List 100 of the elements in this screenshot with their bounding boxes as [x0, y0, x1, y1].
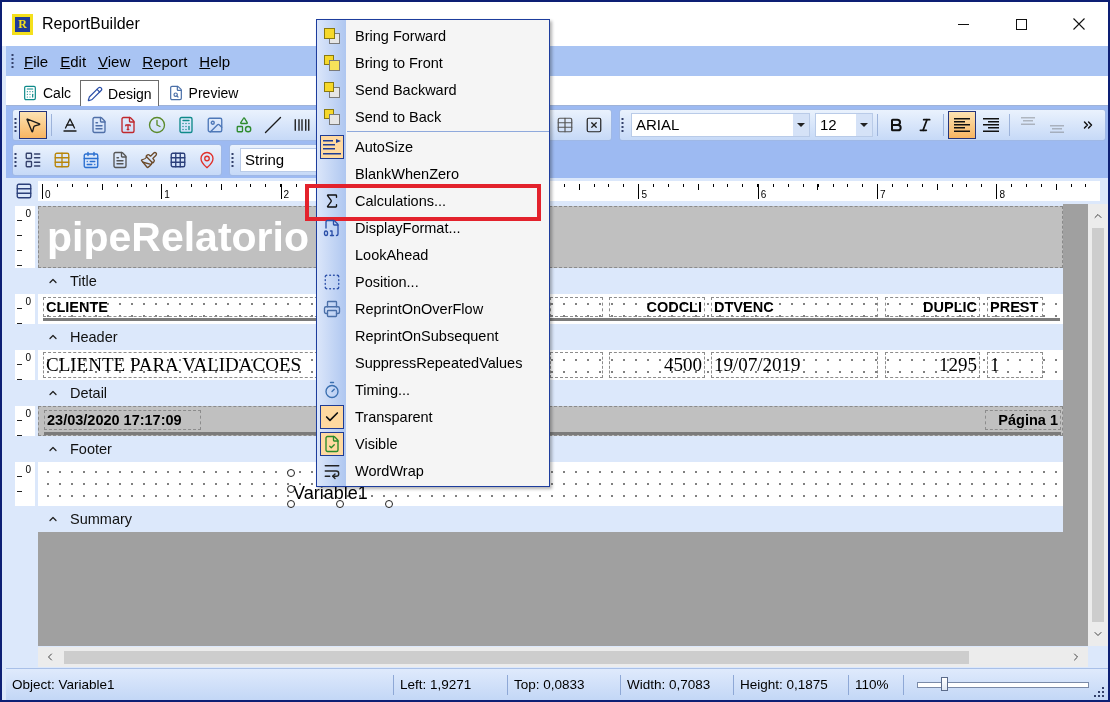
menu-item[interactable]: LookAhead [317, 241, 549, 268]
grip-icon[interactable] [14, 117, 17, 132]
menu-item[interactable]: Send Backward [317, 76, 549, 103]
ruler-number: 5 [641, 190, 648, 200]
grip-icon[interactable] [621, 117, 624, 132]
menu-item[interactable]: Report [137, 52, 193, 70]
x-box-icon [585, 115, 603, 134]
width-value-text: Width: 0,7083 [627, 677, 711, 692]
horizontal-scrollbar[interactable] [38, 647, 1088, 667]
align-bottom-icon [1050, 124, 1064, 133]
line-icon [264, 115, 282, 134]
align-button[interactable] [948, 110, 976, 139]
list-layout-icon [24, 150, 42, 169]
font-size-dropdown[interactable]: 12 [815, 112, 873, 137]
band-label: Header [70, 329, 118, 345]
ruler-number: 0 [45, 190, 51, 200]
printer-icon [322, 299, 341, 318]
menu-item[interactable]: Help [194, 52, 236, 70]
align-top-icon [1021, 116, 1035, 125]
picture-icon [206, 115, 224, 134]
overlapping-squares-icon [322, 80, 341, 99]
document-icon [111, 150, 129, 169]
menu-item[interactable]: SuppressRepeatedValues [317, 349, 549, 376]
document-search-icon [167, 84, 184, 101]
window-title: ReportBuilder [42, 15, 140, 33]
overlapping-squares-icon [322, 53, 341, 72]
menu-item[interactable]: ReprintOnOverFlow [317, 295, 549, 322]
menu-item[interactable]: Send to Back [317, 103, 549, 130]
resize-grip-icon[interactable] [1094, 687, 1104, 697]
pencil-icon [87, 85, 103, 102]
menu-item[interactable]: Transparent [317, 403, 549, 430]
ruler-number: 8 [999, 190, 1005, 200]
overlapping-squares-icon [322, 107, 341, 126]
grid-icon [169, 150, 187, 169]
map-pin-icon [198, 150, 216, 169]
selection-handle-icon[interactable] [385, 500, 393, 508]
menu-item[interactable]: DisplayFormat... [317, 214, 549, 241]
document-icon [119, 115, 137, 134]
menu-item[interactable]: Calculations... [317, 187, 549, 214]
menu-item[interactable]: View [93, 52, 136, 70]
band-label: Summary [70, 511, 133, 527]
document-icon [90, 115, 108, 134]
table-icon [53, 150, 71, 169]
top-position-text: Top: 0,0833 [514, 677, 585, 692]
ruler-number: 0 [25, 209, 31, 219]
left-position-text: Left: 1,9271 [400, 677, 472, 692]
height-value-text: Height: 0,1875 [740, 677, 828, 692]
tool-button[interactable] [19, 110, 47, 139]
menu-item[interactable]: Visible [317, 430, 549, 457]
menu-item[interactable]: ReprintOnSubsequent [317, 322, 549, 349]
rows-icon[interactable] [15, 182, 33, 200]
calendar-icon [82, 150, 100, 169]
minimize-icon [957, 23, 969, 25]
italic-icon [917, 116, 933, 133]
variable-field[interactable]: Variable1 [293, 483, 368, 504]
menu-item[interactable]: Timing... [317, 376, 549, 403]
caret-down-icon [860, 122, 868, 127]
menu-item[interactable]: Position... [317, 268, 549, 295]
paintbrush-icon [140, 150, 158, 169]
ruler-number: 0 [25, 465, 31, 475]
ruler-number: 6 [760, 190, 767, 200]
close-icon [1073, 18, 1085, 30]
ruler-number: 1 [164, 190, 170, 200]
pointer-icon [24, 115, 42, 134]
menu-item[interactable]: Edit [55, 52, 92, 70]
vertical-scrollbar[interactable] [1088, 204, 1108, 646]
align-left-icon [954, 117, 970, 132]
clock-icon [148, 115, 166, 134]
grip-icon[interactable] [11, 54, 14, 68]
maximize-icon [1015, 18, 1027, 30]
dashed-square-icon [322, 272, 341, 291]
slider-thumb[interactable] [940, 676, 948, 691]
app-logo: R [12, 13, 33, 35]
font-dropdown[interactable]: ARIAL [631, 112, 810, 137]
ruler-number: 0 [25, 297, 31, 307]
shapes-icon [235, 115, 253, 134]
caret-down-icon [797, 122, 805, 127]
grip-icon[interactable] [231, 152, 234, 167]
ruler-number: 0 [25, 353, 31, 363]
ruler-number: 2 [283, 190, 290, 200]
menu-item[interactable]: Bring to Front [317, 49, 549, 76]
grip-icon[interactable] [14, 152, 17, 167]
zoom-percent-text: 110% [855, 677, 889, 692]
menu-item[interactable]: WordWrap [317, 457, 549, 484]
object-name-text: Object: Variable1 [12, 677, 115, 692]
menu-item[interactable]: AutoSize [317, 133, 549, 160]
menu-item[interactable]: Bring Forward [317, 22, 549, 49]
tab[interactable]: Design [80, 80, 159, 106]
document-icon [322, 218, 341, 237]
checkmark-icon [319, 404, 344, 429]
column-heading[interactable]: CLIENTE [46, 299, 109, 315]
scrollbar-thumb[interactable] [64, 650, 969, 664]
overlapping-squares-icon [322, 26, 341, 45]
table-icon [556, 115, 574, 134]
align-right-icon [983, 117, 999, 132]
band-label: Detail [70, 385, 108, 401]
menu-item[interactable]: File [19, 52, 54, 70]
calculator-icon [22, 84, 38, 101]
scrollbar-thumb[interactable] [1092, 228, 1104, 622]
selection-handle-icon[interactable] [336, 500, 344, 508]
